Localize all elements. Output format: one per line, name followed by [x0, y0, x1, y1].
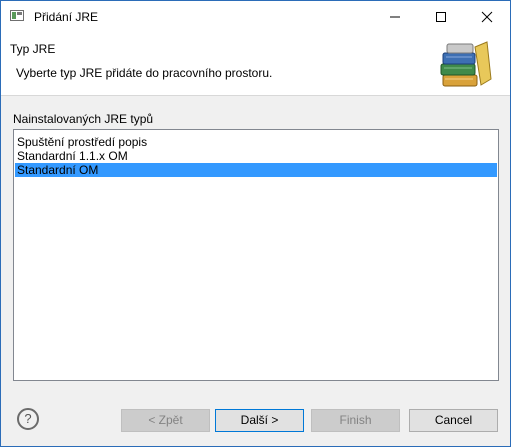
next-button[interactable]: Další > — [215, 409, 304, 432]
page-title: Typ JRE — [10, 42, 56, 56]
window-title: Přidání JRE — [34, 10, 99, 24]
maximize-icon — [436, 12, 446, 22]
minimize-button[interactable] — [372, 1, 418, 32]
cancel-button[interactable]: Cancel — [409, 409, 498, 432]
close-icon — [481, 11, 493, 23]
list-item[interactable]: Spuštění prostředí popis — [15, 135, 497, 149]
books-library-icon — [440, 41, 492, 87]
dialog-window: Přidání JRE Typ JRE Vyberte typ JRE přid… — [0, 0, 511, 447]
help-icon[interactable]: ? — [17, 408, 39, 430]
minimize-icon — [390, 16, 400, 18]
wizard-header: Typ JRE Vyberte typ JRE přidáte do praco… — [1, 32, 510, 96]
app-window-icon — [10, 10, 24, 21]
jre-types-list[interactable]: Spuštění prostředí popis Standardní 1.1.… — [13, 129, 499, 381]
finish-button[interactable]: Finish — [311, 409, 400, 432]
jre-types-label: Nainstalovaných JRE typů — [13, 112, 154, 126]
maximize-button[interactable] — [418, 1, 464, 32]
title-bar[interactable]: Přidání JRE — [1, 1, 510, 32]
list-item-selected[interactable]: Standardní OM — [15, 163, 497, 177]
page-description: Vyberte typ JRE přidáte do pracovního pr… — [16, 66, 273, 80]
close-button[interactable] — [464, 1, 510, 32]
back-button[interactable]: < Zpět — [121, 409, 210, 432]
list-item[interactable]: Standardní 1.1.x OM — [15, 149, 497, 163]
